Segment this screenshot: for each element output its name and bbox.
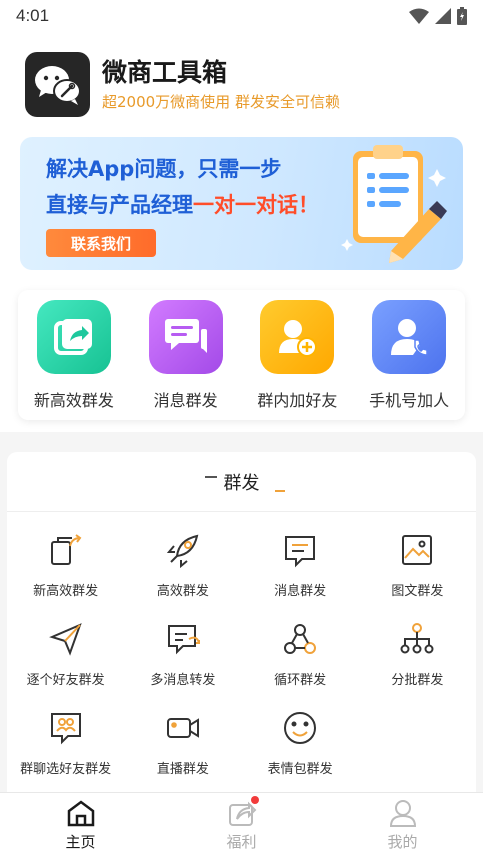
nav-home-label: 主页 bbox=[65, 833, 96, 851]
rocket-icon bbox=[163, 530, 203, 570]
signal-icon bbox=[435, 8, 451, 24]
tool-image-text-broadcast[interactable]: 图文群发 bbox=[361, 530, 473, 619]
paper-plane-icon bbox=[46, 619, 86, 659]
banner-subline-b: 一对一对话！ bbox=[193, 193, 319, 217]
tool-label: 逐个好友群发 bbox=[26, 673, 105, 688]
tool-label: 分批群发 bbox=[391, 673, 444, 688]
add-user-icon bbox=[260, 300, 335, 374]
bottom-nav: 主页 福利 我的 bbox=[0, 792, 483, 859]
status-time: 4:01 bbox=[16, 6, 50, 25]
wechat-tool-logo-icon bbox=[34, 65, 81, 105]
title-dash-left bbox=[205, 476, 217, 478]
quick-action-new-efficient-broadcast[interactable]: 新高效群发 bbox=[18, 290, 130, 420]
header-text: 微商工具箱 超2000万微商使用 群发安全可信赖 bbox=[102, 57, 340, 112]
nav-home[interactable]: 主页 bbox=[0, 793, 161, 859]
broadcast-section: 群发 新高效群发 高效群发 消息群发 图文群发 逐个好友群发 多消息转发 循环群… bbox=[7, 452, 476, 812]
tool-group-chat-select-friends[interactable]: 群聊选好友群发 bbox=[10, 708, 122, 797]
tool-message-broadcast[interactable]: 消息群发 bbox=[244, 530, 356, 619]
quick-action-label: 消息群发 bbox=[153, 391, 218, 410]
smiley-icon bbox=[280, 708, 320, 748]
tool-label: 新高效群发 bbox=[33, 584, 99, 599]
quick-action-add-group-friends[interactable]: 群内加好友 bbox=[242, 290, 354, 420]
quick-action-message-broadcast[interactable]: 消息群发 bbox=[130, 290, 242, 420]
message-forward-icon bbox=[163, 619, 203, 659]
nav-profile-label: 我的 bbox=[387, 833, 418, 851]
message-bubble-icon bbox=[148, 300, 223, 374]
tool-label: 群聊选好友群发 bbox=[20, 762, 112, 777]
tool-label: 循环群发 bbox=[274, 673, 327, 688]
banner-subline-a: 直接与产品经理 bbox=[46, 193, 193, 217]
tool-live-broadcast[interactable]: 直播群发 bbox=[127, 708, 239, 797]
tool-emoji-broadcast[interactable]: 表情包群发 bbox=[244, 708, 356, 797]
banner-headline: 解决App问题，只需一步 bbox=[46, 157, 282, 181]
section-header: 群发 bbox=[7, 452, 476, 512]
quick-actions: 新高效群发 消息群发 群内加好友 手机号加人 bbox=[18, 290, 465, 420]
loop-nodes-icon bbox=[280, 619, 320, 659]
tool-label: 表情包群发 bbox=[267, 762, 333, 777]
notification-badge bbox=[251, 796, 259, 804]
app-subtitle: 超2000万微商使用 群发安全可信赖 bbox=[102, 93, 340, 111]
app-logo bbox=[25, 52, 90, 117]
tool-multi-message-forward[interactable]: 多消息转发 bbox=[127, 619, 239, 708]
tool-efficient-broadcast[interactable]: 高效群发 bbox=[127, 530, 239, 619]
home-icon bbox=[67, 800, 94, 827]
status-bar: 4:01 bbox=[0, 0, 483, 32]
nav-profile[interactable]: 我的 bbox=[322, 793, 483, 859]
group-chat-icon bbox=[46, 708, 86, 748]
tool-new-efficient-broadcast[interactable]: 新高效群发 bbox=[10, 530, 122, 619]
top-area: 微商工具箱 超2000万微商使用 群发安全可信赖 解决App问题，只需一步 直接… bbox=[0, 32, 483, 432]
nav-welfare[interactable]: 福利 bbox=[161, 793, 322, 859]
banner-subline: 直接与产品经理一对一对话！ bbox=[46, 189, 319, 219]
org-tree-icon bbox=[397, 619, 437, 659]
chat-lines-icon bbox=[280, 530, 320, 570]
wifi-icon bbox=[409, 8, 429, 24]
status-icons bbox=[409, 7, 467, 25]
tool-label: 消息群发 bbox=[274, 584, 327, 599]
tool-one-by-one-broadcast[interactable]: 逐个好友群发 bbox=[10, 619, 122, 708]
share-arrow-icon bbox=[36, 300, 111, 374]
video-camera-icon bbox=[163, 708, 203, 748]
app-header: 微商工具箱 超2000万微商使用 群发安全可信赖 bbox=[25, 52, 340, 117]
quick-action-label: 新高效群发 bbox=[33, 391, 114, 410]
nav-welfare-label: 福利 bbox=[226, 833, 257, 851]
tool-label: 直播群发 bbox=[156, 762, 209, 777]
image-icon bbox=[397, 530, 437, 570]
tool-label: 高效群发 bbox=[156, 584, 209, 599]
title-dash-right bbox=[275, 490, 285, 492]
tool-grid: 新高效群发 高效群发 消息群发 图文群发 逐个好友群发 多消息转发 循环群发 分… bbox=[7, 530, 476, 797]
contact-us-button[interactable]: 联系我们 bbox=[46, 229, 156, 257]
app-title: 微商工具箱 bbox=[102, 58, 228, 87]
tool-batch-broadcast[interactable]: 分批群发 bbox=[361, 619, 473, 708]
tool-loop-broadcast[interactable]: 循环群发 bbox=[244, 619, 356, 708]
tool-label: 图文群发 bbox=[391, 584, 444, 599]
quick-action-label: 群内加好友 bbox=[257, 391, 338, 410]
quick-action-add-by-phone[interactable]: 手机号加人 bbox=[353, 290, 465, 420]
tool-label: 多消息转发 bbox=[150, 673, 216, 688]
copy-share-icon bbox=[46, 530, 86, 570]
user-icon bbox=[389, 800, 416, 827]
quick-action-label: 手机号加人 bbox=[369, 391, 450, 410]
phone-contact-icon bbox=[372, 300, 447, 374]
clipboard-pencil-illustration bbox=[341, 139, 451, 268]
battery-icon bbox=[457, 7, 467, 25]
section-title: 群发 bbox=[223, 472, 260, 494]
contact-banner[interactable]: 解决App问题，只需一步 直接与产品经理一对一对话！ 联系我们 bbox=[20, 137, 463, 270]
